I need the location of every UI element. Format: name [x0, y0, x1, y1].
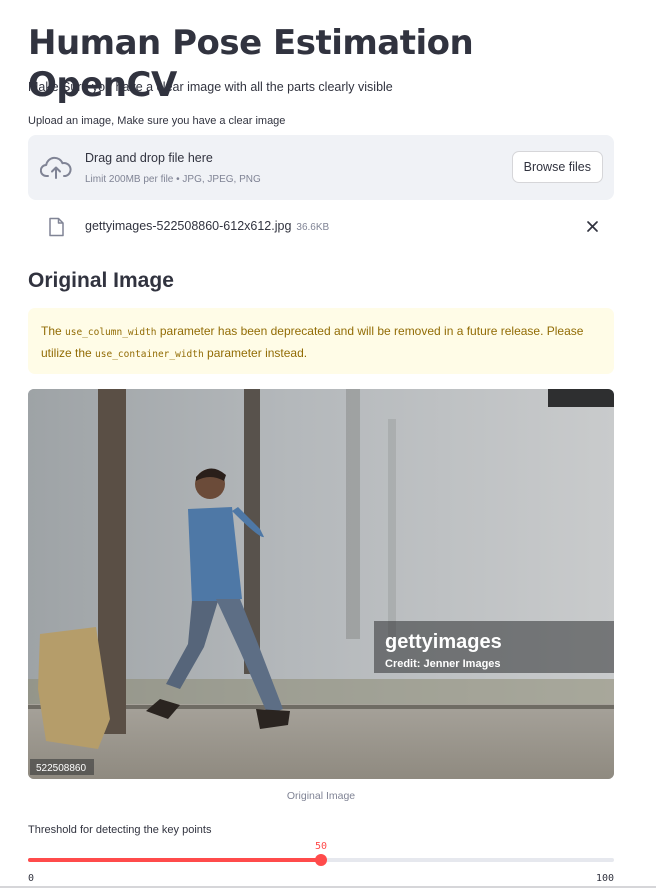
uploaded-file-row: gettyimages-522508860-612x612.jpg 36.6KB — [28, 212, 614, 242]
image-caption: Original Image — [286, 790, 356, 802]
slider-max: 100 — [595, 873, 614, 884]
image-credit: Credit: Jenner Images — [385, 658, 501, 670]
browse-files-button[interactable]: Browse files — [511, 151, 603, 183]
section-heading: Original Image — [28, 269, 174, 292]
original-image: gettyimages Credit: Jenner Images 522508… — [28, 389, 614, 779]
warning-text-1: The — [41, 324, 66, 338]
file-dropzone[interactable]: Drag and drop file here Limit 200MB per … — [28, 135, 614, 200]
uploader-label: Upload an image, Make sure you have a cl… — [28, 115, 286, 127]
file-icon — [49, 217, 64, 237]
warning-text-3: parameter instead. — [203, 346, 308, 360]
dropzone-limit: Limit 200MB per file • JPG, JPEG, PNG — [85, 174, 261, 185]
slider-value: 50 — [314, 841, 328, 852]
threshold-slider[interactable] — [28, 854, 614, 866]
slider-thumb[interactable] — [315, 854, 327, 866]
uploaded-file-name: gettyimages-522508860-612x612.jpg 36.6KB — [85, 219, 329, 233]
warning-code-2: use_container_width — [95, 349, 204, 360]
stock-id: 522508860 — [36, 763, 86, 774]
slider-label: Threshold for detecting the key points — [28, 824, 212, 836]
slider-min: 0 — [28, 873, 35, 884]
dropzone-instructions: Drag and drop file here — [85, 151, 213, 165]
close-icon[interactable] — [586, 220, 599, 233]
file-name-text: gettyimages-522508860-612x612.jpg — [85, 219, 292, 233]
file-size: 36.6KB — [296, 222, 330, 233]
page-subtitle: Make Sure you have a clear image with al… — [28, 80, 393, 94]
deprecation-warning: The use_column_width parameter has been … — [28, 308, 614, 374]
photo-walking-man: gettyimages Credit: Jenner Images 522508… — [28, 389, 614, 779]
slider-fill — [28, 858, 321, 862]
warning-code-1: use_column_width — [65, 327, 157, 338]
getty-watermark: gettyimages — [385, 631, 502, 653]
cloud-upload-icon — [40, 156, 72, 179]
